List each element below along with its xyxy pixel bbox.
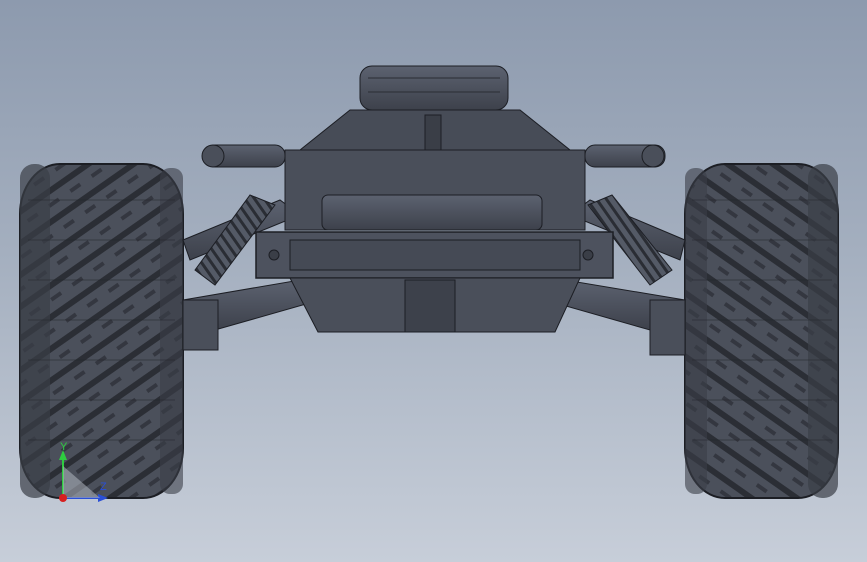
triad-y-label: Y	[60, 441, 68, 453]
right-wheel	[684, 163, 839, 499]
triad-z-label: Z	[100, 481, 107, 493]
front-bumper-frame	[255, 149, 614, 333]
triad-axes-icon	[59, 450, 108, 502]
vehicle-chassis-model[interactable]	[0, 0, 867, 562]
graphics-viewport[interactable]: Y Z	[0, 0, 867, 562]
coordinate-triad: Y Z	[40, 436, 120, 508]
